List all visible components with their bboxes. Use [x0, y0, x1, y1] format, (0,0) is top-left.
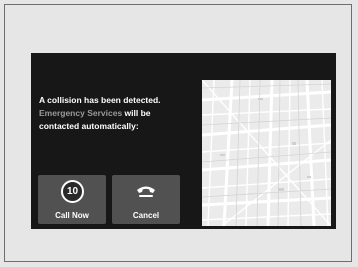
message-line-1: A collision has been detected. — [39, 95, 161, 105]
cancel-button[interactable]: Cancel — [112, 175, 180, 224]
location-map — [202, 80, 331, 226]
map-streets — [202, 80, 331, 226]
call-now-label: Call Now — [55, 211, 89, 220]
emergency-services-text: Emergency Services — [39, 108, 123, 118]
call-now-button[interactable]: 10 Call Now — [38, 175, 106, 224]
cancel-label: Cancel — [132, 211, 160, 220]
countdown-timer: 10 — [61, 180, 84, 203]
phone-hangup-icon — [137, 186, 155, 197]
collision-message: A collision has been detected. Emergency… — [39, 94, 199, 133]
message-line-2-rest: will be — [122, 108, 151, 118]
figure-frame: A collision has been detected. Emergency… — [4, 4, 352, 262]
message-line-3: contacted automatically: — [39, 121, 139, 131]
collision-alert-screen: A collision has been detected. Emergency… — [31, 53, 336, 229]
